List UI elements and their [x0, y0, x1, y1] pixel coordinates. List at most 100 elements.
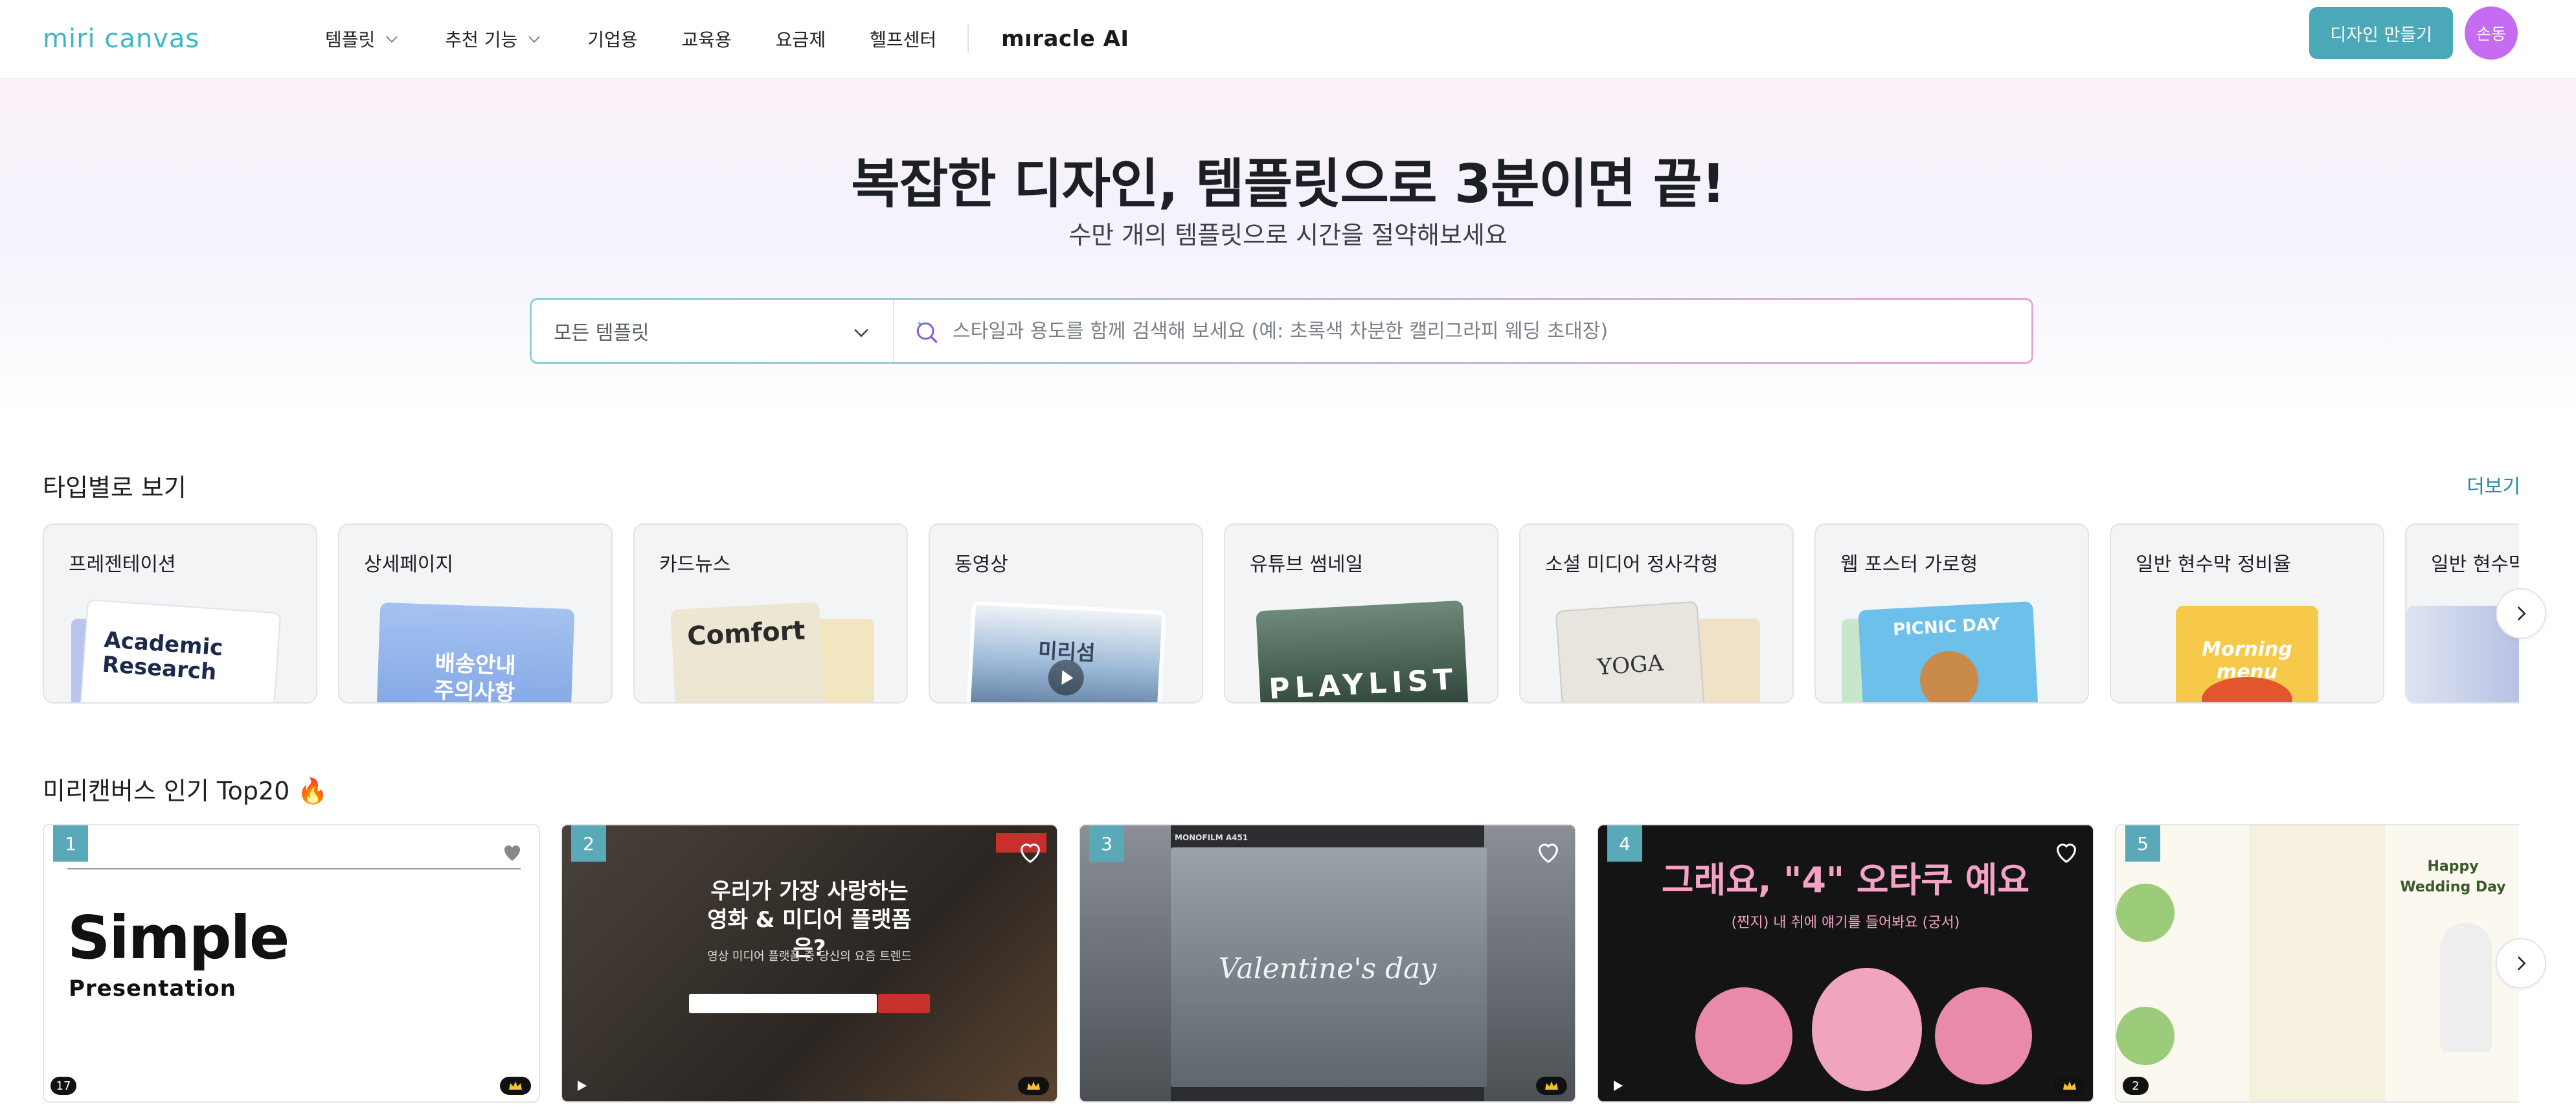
type-card-label: 동영상 — [955, 553, 1008, 576]
play-icon — [1048, 660, 1084, 696]
nav-recommended-label: 추천 기능 — [445, 29, 518, 51]
type-card-video[interactable]: 동영상 미리섬 — [929, 523, 1203, 704]
rose-illustration — [1812, 968, 1922, 1091]
type-card-presentation[interactable]: 프레젠테이션 Academic Research — [43, 523, 317, 704]
template-mock-button — [878, 994, 930, 1013]
crown-icon — [1545, 1081, 1558, 1090]
rose-illustration — [1695, 987, 1792, 1084]
type-thumbnail: 배송안내 주의사항 — [376, 602, 575, 702]
chevron-right-icon — [2517, 606, 2526, 621]
divider-line — [67, 868, 521, 869]
type-thumbnail: PICNIC DAY — [1858, 601, 2039, 702]
template-title: Simple — [67, 903, 289, 972]
thumbnail-text: Academic Research — [101, 626, 224, 685]
page-count-badge: 2 — [2123, 1077, 2149, 1095]
template-category-value: 모든 템플릿 — [554, 322, 650, 345]
rank-badge: 1 — [53, 825, 88, 862]
nav-help-center[interactable]: 헬프센터 — [870, 26, 936, 52]
type-card-banner-ratio[interactable]: 일반 현수막 정비율 Morning menu — [2110, 523, 2384, 704]
miracle-ai-link[interactable]: mıracle AI — [1001, 26, 1129, 52]
premium-badge — [2054, 1077, 2085, 1095]
nav-education[interactable]: 교육용 — [682, 26, 732, 52]
top-template-card[interactable]: 그래요, "4" 오타쿠 예요 (찐지) 내 취에 얘기를 들어봐요 (궁서) … — [1597, 824, 2094, 1103]
hero-section: 복잡한 디자인, 템플릿으로 3분이면 끝! 수만 개의 템플릿으로 시간을 절… — [0, 79, 2576, 416]
nav-pricing-label: 요금제 — [775, 29, 826, 51]
search-sparkle-icon — [916, 321, 938, 343]
template-title: Happy Wedding Day — [2400, 858, 2506, 895]
premium-badge — [500, 1077, 531, 1095]
circle-illustration — [2116, 1007, 2175, 1065]
nav-pricing[interactable]: 요금제 — [776, 26, 826, 52]
top-template-card[interactable]: Simple Presentation 1 17 — [43, 824, 540, 1103]
type-thumbnail: YOGA — [1555, 601, 1706, 702]
nav-templates-label: 템플릿 — [325, 29, 376, 51]
type-thumbnail: Comfort — [670, 602, 826, 702]
heart-icon[interactable] — [1015, 837, 1045, 867]
thumbnail-text: PICNIC DAY — [1892, 614, 2001, 640]
nav-enterprise[interactable]: 기업용 — [587, 26, 637, 52]
hero-subtitle: 수만 개의 템플릿으로 시간을 절약해보세요 — [1068, 221, 1508, 249]
template-subtitle: Presentation — [69, 976, 236, 1002]
type-card-social-square[interactable]: 소셜 미디어 정사각형 YOGA — [1519, 523, 1794, 704]
rank-badge: 4 — [1607, 825, 1642, 862]
chevron-down-icon — [854, 328, 868, 338]
heart-icon[interactable] — [497, 837, 527, 867]
top20-next-button[interactable] — [2496, 938, 2546, 989]
type-card-label: 일반 현수막 정비율 — [2136, 553, 2291, 576]
template-category-select[interactable]: 모든 템플릿 — [532, 300, 894, 362]
video-play-icon — [1614, 1081, 1623, 1091]
types-carousel: 프레젠테이션 Academic Research 상세페이지 배송안내 주의사항… — [43, 523, 2519, 705]
rank-badge: 5 — [2125, 825, 2160, 862]
couple-illustration — [2440, 923, 2492, 1052]
heart-icon[interactable] — [1533, 837, 1563, 867]
thumbnail-text: PLAYLIST — [1268, 663, 1459, 704]
crown-icon — [2063, 1081, 2076, 1090]
types-more-link[interactable]: 더보기 — [2467, 470, 2520, 499]
hero-title: 복잡한 디자인, 템플릿으로 3분이면 끝! — [851, 154, 1725, 215]
video-play-icon — [578, 1081, 587, 1091]
miricanvas-logo[interactable]: miri canvas — [43, 24, 282, 54]
search-input[interactable] — [953, 319, 2031, 343]
template-subtitle: (찐지) 내 취에 얘기를 들어봐요 (궁서) — [1731, 915, 1960, 931]
nav-divider — [967, 25, 969, 53]
type-thumbnail: PLAYLIST — [1256, 600, 1469, 704]
nav-recommended-features[interactable]: 추천 기능 — [445, 26, 543, 52]
template-subtitle: 영상 미디어 플랫폼 중 당신의 요즘 트렌드 — [707, 950, 912, 963]
header-actions: 디자인 만들기 손동 — [2309, 6, 2518, 60]
type-card-detail-page[interactable]: 상세페이지 배송안내 주의사항 — [338, 523, 613, 704]
rank-badge: 2 — [571, 825, 606, 862]
nav-templates[interactable]: 템플릿 — [325, 26, 401, 52]
template-title: 그래요, "4" 오타쿠 예요 — [1661, 860, 2030, 901]
user-avatar[interactable]: 손동 — [2465, 6, 2518, 60]
type-card-web-poster[interactable]: 웹 포스터 가로형 PICNIC DAY — [1814, 523, 2089, 704]
type-card-label: 프레젠테이션 — [69, 553, 176, 576]
chevron-down-icon — [528, 36, 541, 43]
nav-help-label: 헬프센터 — [870, 29, 937, 51]
heart-icon[interactable] — [2051, 837, 2081, 867]
panel-middle — [2249, 825, 2385, 1101]
types-section-title: 타입별로 보기 — [43, 474, 186, 502]
template-subtitle: MONOFILM A451 — [1175, 833, 1248, 842]
type-card-card-news[interactable]: 카드뉴스 Comfort — [633, 523, 908, 704]
thumbnail-text: Comfort — [686, 615, 806, 652]
nav-education-label: 교육용 — [681, 29, 732, 51]
top-template-card[interactable]: Valentine's day MONOFILM A451 3 — [1079, 824, 1576, 1103]
top20-carousel: Simple Presentation 1 17 우리가 가장 사랑하는 영화 … — [43, 824, 2519, 1103]
top-header: miri canvas 템플릿 추천 기능 기업용 교육용 요금제 헬프센터 m… — [0, 0, 2576, 79]
top20-section-title: 미리캔버스 인기 Top20 🔥 — [43, 777, 328, 805]
type-card-label: 소셜 미디어 정사각형 — [1545, 553, 1719, 576]
nav-enterprise-label: 기업용 — [587, 29, 638, 51]
type-card-youtube-thumbnail[interactable]: 유튜브 썸네일 PLAYLIST — [1224, 523, 1498, 704]
rank-badge: 3 — [1089, 825, 1124, 862]
thumbnail-text: YOGA — [1596, 650, 1665, 681]
crown-icon — [509, 1081, 522, 1090]
template-title: Valentine's day — [1218, 952, 1437, 985]
top-template-card[interactable]: 우리가 가장 사랑하는 영화 & 미디어 플랫폼은? 영상 미디어 플랫폼 중 … — [561, 824, 1058, 1103]
top-template-card[interactable]: Happy Wedding Day 5 2 — [2115, 824, 2519, 1103]
type-card-label: 카드뉴스 — [659, 553, 731, 576]
page-count-badge: 17 — [51, 1077, 76, 1095]
chevron-down-icon — [386, 36, 398, 43]
types-next-button[interactable] — [2496, 588, 2546, 639]
type-card-label: 상세페이지 — [364, 553, 453, 576]
create-design-button[interactable]: 디자인 만들기 — [2309, 7, 2453, 59]
